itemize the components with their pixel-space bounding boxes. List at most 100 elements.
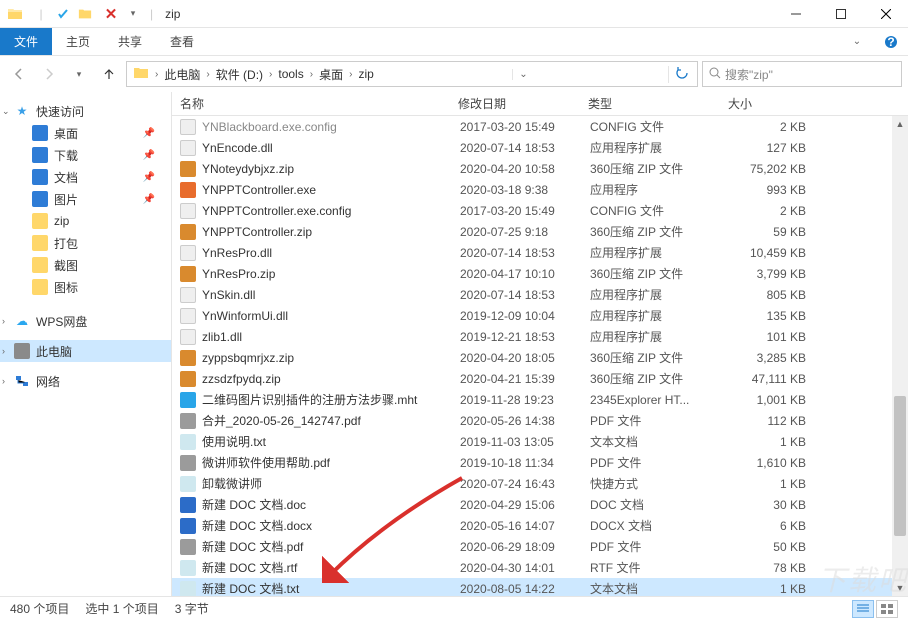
breadcrumb-item[interactable]: tools xyxy=(274,67,307,81)
file-row[interactable]: YnWinformUi.dll2019-12-09 10:04应用程序扩展135… xyxy=(172,305,908,326)
file-row[interactable]: zyppsbqmrjxz.zip2020-04-20 18:05360压缩 ZI… xyxy=(172,347,908,368)
folder-icon[interactable] xyxy=(4,3,26,25)
chevron-right-icon[interactable]: › xyxy=(204,69,211,80)
breadcrumb-item[interactable]: 软件 (D:) xyxy=(212,66,267,83)
sidebar-label: 此电脑 xyxy=(36,343,72,360)
sidebar-quick-access[interactable]: ⌄ ★ 快速访问 xyxy=(0,100,171,122)
breadcrumb-item[interactable]: 此电脑 xyxy=(160,66,204,83)
file-row[interactable]: YnEncode.dll2020-07-14 18:53应用程序扩展127 KB xyxy=(172,137,908,158)
folder-icon xyxy=(32,213,48,229)
caret-icon[interactable]: › xyxy=(2,346,5,356)
file-row[interactable]: 卸载微讲师2020-07-24 16:43快捷方式1 KB xyxy=(172,473,908,494)
file-size: 127 KB xyxy=(730,141,810,155)
file-type-icon xyxy=(180,140,196,156)
sidebar-item[interactable]: 截图 xyxy=(0,254,171,276)
sidebar-item[interactable]: 图标 xyxy=(0,276,171,298)
scrollbar-vertical[interactable]: ▲ ▼ xyxy=(892,116,908,596)
tab-view[interactable]: 查看 xyxy=(156,28,208,55)
folder-icon-small[interactable] xyxy=(74,3,96,25)
file-row[interactable]: 合并_2020-05-26_142747.pdf2020-05-26 14:38… xyxy=(172,410,908,431)
sidebar-network[interactable]: › 网络 xyxy=(0,370,171,392)
tab-home[interactable]: 主页 xyxy=(52,28,104,55)
file-row[interactable]: 新建 DOC 文档.doc2020-04-29 15:06DOC 文档30 KB xyxy=(172,494,908,515)
sidebar-item-label: zip xyxy=(54,214,69,228)
sidebar-item[interactable]: 图片📌 xyxy=(0,188,171,210)
breadcrumb[interactable]: › 此电脑 › 软件 (D:) › tools › 桌面 › zip ⌄ xyxy=(126,61,698,87)
sidebar-this-pc[interactable]: › 此电脑 xyxy=(0,340,171,362)
sidebar-item[interactable]: 文档📌 xyxy=(0,166,171,188)
col-header-date[interactable]: 修改日期 xyxy=(458,95,588,112)
file-row[interactable]: zzsdzfpydq.zip2020-04-21 15:39360压缩 ZIP … xyxy=(172,368,908,389)
file-name: 新建 DOC 文档.txt xyxy=(202,580,460,596)
breadcrumb-item[interactable]: 桌面 xyxy=(315,66,347,83)
file-row[interactable]: 二维码图片识别插件的注册方法步骤.mht2019-11-28 19:232345… xyxy=(172,389,908,410)
file-type: 360压缩 ZIP 文件 xyxy=(590,160,730,177)
qat-delete[interactable]: ✕ xyxy=(100,3,122,25)
sidebar-item[interactable]: 下载📌 xyxy=(0,144,171,166)
scroll-down-icon[interactable]: ▼ xyxy=(892,580,908,596)
close-button[interactable] xyxy=(863,0,908,28)
view-details-button[interactable] xyxy=(852,600,874,618)
file-row[interactable]: YnSkin.dll2020-07-14 18:53应用程序扩展805 KB xyxy=(172,284,908,305)
sidebar-item[interactable]: 桌面📌 xyxy=(0,122,171,144)
file-type-icon xyxy=(180,203,196,219)
scrollbar-thumb[interactable] xyxy=(894,396,906,536)
help-icon[interactable]: ? xyxy=(874,28,908,55)
file-row[interactable]: YNPPTController.zip2020-07-25 9:18360压缩 … xyxy=(172,221,908,242)
chevron-right-icon[interactable]: › xyxy=(153,69,160,80)
status-selection: 选中 1 个项目 xyxy=(85,600,158,617)
caret-icon[interactable]: ⌄ xyxy=(2,106,10,117)
file-list[interactable]: YNBlackboard.exe.config2017-03-20 15:49C… xyxy=(172,116,908,596)
nav-forward[interactable] xyxy=(36,61,62,87)
file-row[interactable]: YNBlackboard.exe.config2017-03-20 15:49C… xyxy=(172,116,908,137)
file-row[interactable]: 微讲师软件使用帮助.pdf2019-10-18 11:34PDF 文件1,610… xyxy=(172,452,908,473)
chevron-right-icon[interactable]: › xyxy=(267,69,274,80)
caret-icon[interactable]: › xyxy=(2,376,5,386)
file-size: 47,111 KB xyxy=(730,372,810,386)
qat-properties[interactable] xyxy=(52,3,74,25)
col-header-size[interactable]: 大小 xyxy=(728,95,818,112)
file-row[interactable]: zlib1.dll2019-12-21 18:53应用程序扩展101 KB xyxy=(172,326,908,347)
star-icon: ★ xyxy=(14,103,30,119)
caret-icon[interactable]: › xyxy=(2,316,5,326)
qat-dropdown-icon[interactable]: ▾ xyxy=(122,3,144,25)
nav-back[interactable] xyxy=(6,61,32,87)
file-row[interactable]: 使用说明.txt2019-11-03 13:05文本文档1 KB xyxy=(172,431,908,452)
sidebar-item-label: 图标 xyxy=(54,279,78,296)
titlebar-sep: | xyxy=(150,7,153,21)
nav-recent-dropdown[interactable]: ▾ xyxy=(66,61,92,87)
chevron-right-icon[interactable]: › xyxy=(308,69,315,80)
file-row[interactable]: 新建 DOC 文档.pdf2020-06-29 18:09PDF 文件50 KB xyxy=(172,536,908,557)
breadcrumb-dropdown[interactable]: ⌄ xyxy=(512,69,533,80)
refresh-icon[interactable] xyxy=(668,66,695,83)
ribbon-expand-icon[interactable]: ⌄ xyxy=(840,28,874,55)
chevron-right-icon[interactable]: › xyxy=(347,69,354,80)
file-row[interactable]: YNoteydybjxz.zip2020-04-20 10:58360压缩 ZI… xyxy=(172,158,908,179)
tab-file[interactable]: 文件 xyxy=(0,28,52,55)
file-row[interactable]: YNPPTController.exe2020-03-18 9:38应用程序99… xyxy=(172,179,908,200)
file-size: 993 KB xyxy=(730,183,810,197)
file-row[interactable]: YnResPro.zip2020-04-17 10:10360压缩 ZIP 文件… xyxy=(172,263,908,284)
file-row[interactable]: 新建 DOC 文档.rtf2020-04-30 14:01RTF 文件78 KB xyxy=(172,557,908,578)
file-row[interactable]: 新建 DOC 文档.txt2020-08-05 14:22文本文档1 KB xyxy=(172,578,908,596)
maximize-button[interactable] xyxy=(818,0,863,28)
sidebar-item[interactable]: 打包 xyxy=(0,232,171,254)
file-row[interactable]: YNPPTController.exe.config2017-03-20 15:… xyxy=(172,200,908,221)
col-header-type[interactable]: 类型 xyxy=(588,95,728,112)
sidebar-wps[interactable]: › ☁ WPS网盘 xyxy=(0,310,171,332)
minimize-button[interactable] xyxy=(773,0,818,28)
breadcrumb-item[interactable]: zip xyxy=(354,67,377,81)
tab-share[interactable]: 共享 xyxy=(104,28,156,55)
sidebar-item[interactable]: zip xyxy=(0,210,171,232)
file-name: 新建 DOC 文档.pdf xyxy=(202,538,460,555)
file-row[interactable]: YnResPro.dll2020-07-14 18:53应用程序扩展10,459… xyxy=(172,242,908,263)
file-name: YNPPTController.exe xyxy=(202,183,460,197)
view-icons-button[interactable] xyxy=(876,600,898,618)
breadcrumb-root-icon[interactable] xyxy=(129,65,153,84)
nav-up[interactable] xyxy=(96,61,122,87)
search-input[interactable]: 搜索"zip" xyxy=(702,61,902,87)
navbar: ▾ › 此电脑 › 软件 (D:) › tools › 桌面 › zip ⌄ 搜… xyxy=(0,56,908,92)
file-row[interactable]: 新建 DOC 文档.docx2020-05-16 14:07DOCX 文档6 K… xyxy=(172,515,908,536)
col-header-name[interactable]: 名称 xyxy=(178,95,458,112)
scroll-up-icon[interactable]: ▲ xyxy=(892,116,908,132)
